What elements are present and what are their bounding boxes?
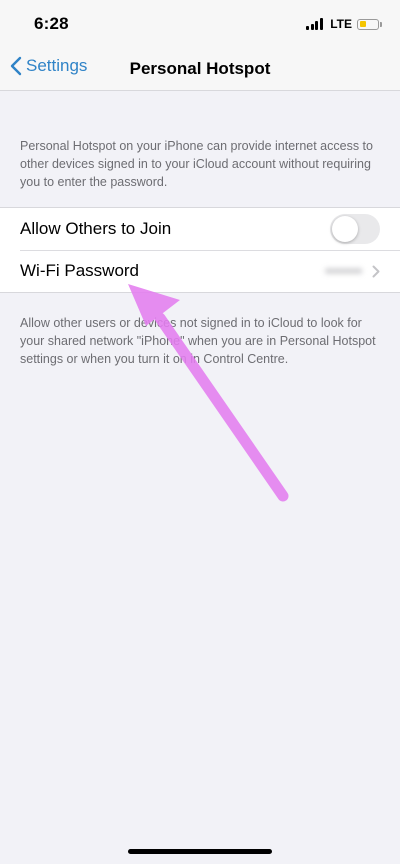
allow-others-footer-note: Allow other users or devices not signed …	[20, 316, 376, 366]
status-bar: 6:28 LTE	[0, 0, 400, 50]
allow-others-label: Allow Others to Join	[20, 219, 172, 238]
wifi-password-label: Wi-Fi Password	[20, 261, 140, 280]
chevron-right-icon	[372, 265, 380, 277]
wifi-password-row[interactable]: Wi-Fi Password •••••••	[0, 250, 400, 292]
allow-others-toggle[interactable]	[330, 214, 380, 244]
status-indicators: LTE	[306, 16, 382, 32]
toggle-knob	[332, 216, 358, 242]
battery-icon	[357, 18, 379, 30]
battery-level-fill	[359, 21, 366, 27]
home-indicator	[128, 849, 272, 854]
annotation-arrow-icon	[128, 284, 289, 502]
navigation-bar: Settings Personal Hotspot	[0, 50, 400, 91]
signal-bars-icon	[306, 18, 324, 30]
status-time: 6:28	[34, 14, 69, 33]
network-type: LTE	[330, 17, 352, 31]
wifi-password-value: •••••••	[325, 262, 362, 280]
page-title: Personal Hotspot	[129, 59, 271, 78]
battery-cap	[380, 21, 382, 27]
allow-others-row: Allow Others to Join	[0, 208, 400, 250]
hotspot-description: Personal Hotspot on your iPhone can prov…	[20, 139, 373, 189]
hotspot-settings-group: Allow Others to Join Wi-Fi Password ••••…	[0, 207, 400, 293]
